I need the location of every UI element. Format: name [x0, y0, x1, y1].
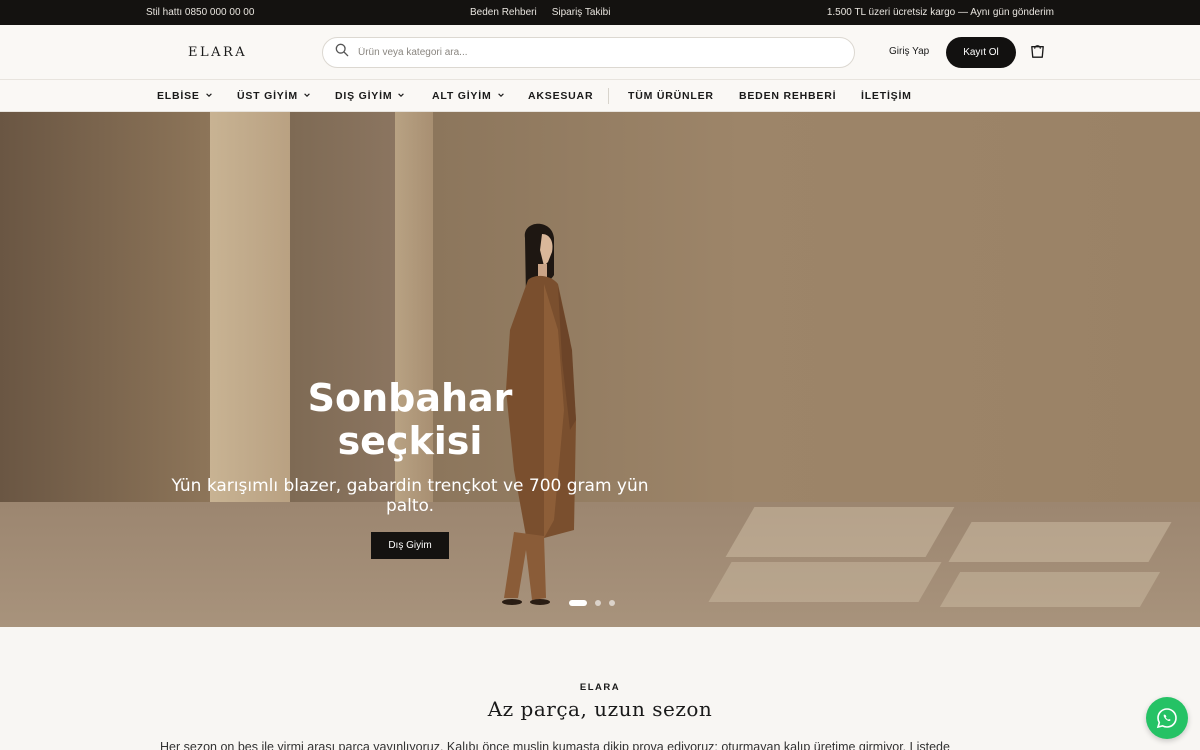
nav-item-contact[interactable]: İLETİŞİM [861, 90, 912, 102]
nav-item-label: İLETİŞİM [861, 90, 912, 102]
nav-item-tops[interactable]: ÜST GİYİM [237, 90, 311, 102]
nav-divider [608, 88, 609, 104]
carousel-dots [569, 600, 615, 606]
login-link[interactable]: Giriş Yap [889, 46, 929, 57]
size-guide-link[interactable]: Beden Rehberi [470, 7, 537, 18]
nav-item-label: DIŞ GİYİM [335, 90, 393, 102]
chevron-down-icon [205, 90, 213, 102]
chevron-down-icon [303, 90, 311, 102]
hero-subtitle: Yün karışımlı blazer, gabardin trençkot … [160, 476, 660, 516]
whatsapp-icon[interactable] [1146, 697, 1188, 739]
search-icon [335, 43, 349, 62]
nav-item-bottoms[interactable]: ALT GİYİM [432, 90, 505, 102]
brand-logo[interactable]: ELARA [188, 45, 247, 60]
intro-section: ELARA Az parça, uzun sezon Her sezon on … [0, 627, 1200, 750]
signup-button[interactable]: Kayıt Ol [946, 37, 1016, 68]
chevron-down-icon [497, 90, 505, 102]
hero-subtitle-line: Yün karışımlı blazer, gabardin trençkot … [171, 476, 649, 496]
hero-banner[interactable]: Sonbahar seçkisi Yün karışımlı blazer, g… [0, 112, 1200, 627]
hero-title: Sonbahar seçkisi [280, 377, 540, 463]
carousel-dot-active[interactable] [569, 600, 587, 606]
nav-item-accessories[interactable]: AKSESUAR [528, 90, 593, 102]
shopping-bag-icon[interactable] [1028, 41, 1047, 60]
nav-item-label: TÜM ÜRÜNLER [628, 90, 714, 102]
hero-subtitle-line: palto. [385, 496, 435, 516]
nav-item-size-guide[interactable]: BEDEN REHBERİ [739, 90, 836, 102]
nav-item-label: AKSESUAR [528, 90, 594, 102]
nav-item-label: ELBİSE [157, 90, 200, 102]
hero-title-line: Sonbahar [307, 376, 513, 420]
hero-cta-button[interactable]: Dış Giyim [371, 532, 449, 559]
style-hotline-text: Stil hattı 0850 000 00 00 [146, 7, 255, 18]
main-navigation: ELBİSE ÜST GİYİM DIŞ GİYİM ALT GİYİM AKS… [0, 80, 1200, 112]
nav-item-label: BEDEN REHBERİ [739, 90, 837, 102]
section-text: Her sezon on beş ile yirmi arası parça y… [160, 740, 950, 750]
nav-item-dress[interactable]: ELBİSE [157, 90, 213, 102]
nav-item-label: ALT GİYİM [432, 90, 492, 102]
top-announcement-bar: Stil hattı 0850 000 00 00 Beden Rehberi … [0, 0, 1200, 25]
nav-item-all-products[interactable]: TÜM ÜRÜNLER [628, 90, 714, 102]
site-header: ELARA Giriş Yap Kayıt Ol [0, 25, 1200, 80]
hero-title-line: seçkisi [337, 419, 483, 463]
nav-item-outerwear[interactable]: DIŞ GİYİM [335, 90, 405, 102]
search-input[interactable] [358, 47, 838, 58]
section-title: Az parça, uzun sezon [487, 697, 713, 721]
carousel-dot[interactable] [595, 600, 601, 606]
search-bar[interactable] [322, 37, 855, 68]
chevron-down-icon [397, 90, 405, 102]
shipping-promo-text: 1.500 TL üzeri ücretsiz kargo — Aynı gün… [826, 7, 1054, 18]
topbar-links: Beden Rehberi Sipariş Takibi [470, 7, 610, 18]
nav-item-label: ÜST GİYİM [237, 90, 298, 102]
carousel-dot[interactable] [609, 600, 615, 606]
section-eyebrow: ELARA [579, 682, 621, 693]
order-tracking-link[interactable]: Sipariş Takibi [552, 7, 611, 18]
